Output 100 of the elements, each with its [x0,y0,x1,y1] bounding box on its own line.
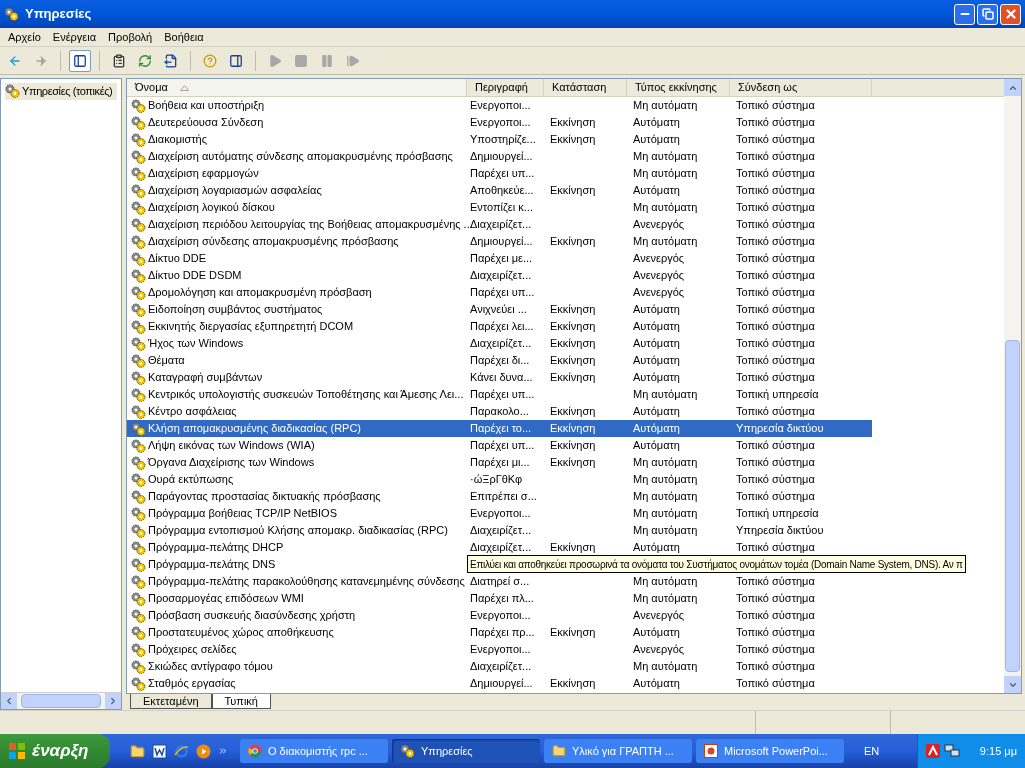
service-row[interactable]: Ουρά εκτύπωσης ·ώΞρΓθΚφ Μη αυτόματη Τοπικό σύστημα [127,471,872,488]
menu-item[interactable]: Αρχείο [8,28,41,46]
startup-type-cell-text: Ανενεργός [633,285,685,301]
gears-icon [131,591,146,606]
service-row[interactable]: Ειδοποίηση συμβάντος συστήματος Ανιχνεύει ... Εκκίνηση Αυτόματη Τοπικό σύστημα [127,301,872,318]
restore-button[interactable] [977,3,998,25]
service-name: Διαχείριση λογαριασμών ασφαλείας [148,183,322,199]
service-row[interactable]: Πρόγραμμα-πελάτης παρακολούθησης κατανεμημένης σύνδεσης Διατηρεί σ... Μη αυτόματη Τοπικό σύστημα [127,573,872,590]
service-row[interactable]: Πρόχειρες σελίδες Ενεργοποι... Ανενεργός Τοπικό σύστημα [127,641,872,658]
service-row[interactable]: Διαχείριση λογαριασμών ασφαλείας Αποθηκεύε... Εκκίνηση Αυτόματη Τοπικό σύστημα [127,182,872,199]
startup-type-cell-text: Μη αυτόματη [633,166,698,182]
gears-icon [131,574,146,589]
close-button[interactable] [1000,3,1021,25]
service-name: Κέντρο ασφάλειας [148,404,237,420]
start-button[interactable]: έναρξη [0,734,110,768]
app-icon [4,7,19,21]
service-row[interactable]: Προστατευμένος χώρος αποθήκευσης Παρέχει πρ... Εκκίνηση Αυτόματη Τοπικό σύστημα [127,624,872,641]
gears-icon [131,149,146,164]
scroll-left-icon [4,696,14,706]
view-tab[interactable]: Εκτεταμένη [130,694,212,709]
minimize-button[interactable] [954,3,975,25]
service-row[interactable]: Κέντρο ασφάλειας Παρακολο... Εκκίνηση Αυτόματη Τοπικό σύστημα [127,403,872,420]
gears-icon [131,557,146,572]
description-cell-text: Ενεργοποι... [470,98,531,114]
refresh-icon [138,53,152,68]
service-row[interactable]: Εκκινητής διεργασίας εξυπηρετητή DCOM Παρέχει λει... Εκκίνηση Αυτόματη Τοπικό σύστημα [127,318,872,335]
back-icon [8,53,22,68]
browser-icon[interactable] [174,743,189,759]
log-on-as-cell-text: Τοπικό σύστημα [736,540,815,556]
document-icon[interactable] [152,743,167,759]
stop-icon [294,53,308,68]
service-row[interactable]: Παράγοντας προστασίας δικτυακής πρόσβασης Επιτρέπει σ... Μη αυτόματη Τοπικό σύστημα [127,488,872,505]
service-row[interactable]: Σκιώδες αντίγραφο τόμου Διαχειρίζετ... Μη αυτόματη Τοπικό σύστημα [127,658,872,675]
startup-type-cell-text: Ανενεργός [633,642,685,658]
view-tab[interactable]: Τυπική [211,694,271,709]
log-on-as-cell-text: Τοπικό σύστημα [736,676,815,692]
menu-item[interactable]: Ενέργεια [52,28,97,46]
service-row[interactable]: Όργανα Διαχείρισης των Windows Παρέχει μι... Εκκίνηση Μη αυτόματη Τοπικό σύστημα [127,454,872,471]
service-row[interactable]: Διαχείριση περιόδου λειτουργίας της Βοήθειας απομακρυσμένης ...Διαχειρίζετ... Ανενεργός Τοπικό σύστημα [127,216,872,233]
properties-icon [112,53,126,68]
taskbar-button[interactable]: Υπηρεσίες [392,739,540,763]
service-row[interactable]: Προσαρμογέας επιδόσεων WMI Παρέχει πλ... Μη αυτόματη Τοπικό σύστημα [127,590,872,607]
service-row[interactable]: Διακομιστής Υποστηρίζε... Εκκίνηση Αυτόματη Τοπικό σύστημα [127,131,872,148]
more-icon[interactable] [218,746,228,756]
gears-icon [131,115,146,130]
log-on-as-cell-text: Τοπικό σύστημα [736,268,815,284]
service-row[interactable]: Δρομολόγηση και απομακρυσμένη πρόσβαση Παρέχει υπ... Ανενεργός Τοπικό σύστημα [127,284,872,301]
media-icon[interactable] [196,743,211,759]
service-name: Διαχείριση αυτόματης σύνδεσης απομακρυσμένης πρόσβασης [148,149,453,165]
description-cell-text: Διαχειρίζετ... [470,268,532,284]
service-row[interactable]: Πρόγραμμα βοήθειας TCP/IP NetBIOS Ενεργοποι... Μη αυτόματη Τοπική υπηρεσία [127,505,872,522]
log-on-as-cell-text: Τοπικό σύστημα [736,200,815,216]
horizontal-scrollbar[interactable] [1,692,121,709]
service-row[interactable]: Πρόγραμμα-πελάτης DHCP Διαχειρίζετ... Εκκίνηση Αυτόματη Τοπικό σύστημα [127,539,872,556]
description-cell-text: Υποστηρίζε... [470,132,536,148]
service-row[interactable]: Ήχος των Windows Διαχειρίζετ... Εκκίνηση Αυτόματη Τοπικό σύστημα [127,335,872,352]
menu-item[interactable]: Προβολή [108,28,153,46]
service-row[interactable]: Διαχείριση σύνδεσης απομακρυσμένης πρόσβασης Δημιουργεί... Εκκίνηση Μη αυτόματη Τοπικό σύστημα [127,233,872,250]
service-row[interactable]: Διαχείριση εφαρμογών Παρέχει υπ... Μη αυτόματη Τοπικό σύστημα [127,165,872,182]
column-header[interactable]: Όνομα [127,79,467,96]
service-name: Όργανα Διαχείρισης των Windows [148,455,315,471]
taskbar-button[interactable]: Υλικό για ΓΡΑΠΤΗ ... [544,739,692,763]
language-indicator[interactable]: EN [864,742,880,760]
startup-type-cell-text: Αυτόματη [633,132,680,148]
service-row[interactable]: Κεντρικός υπολογιστής συσκευών Τοποθέτησης και Άμεσης Λει... Παρέχει υπ... Μη αυτόματη Τοπική υπηρεσία [127,386,872,403]
startup-type-cell-text: Μη αυτόματη [633,591,698,607]
service-name: Δευτερεύουσα Σύνδεση [148,115,264,131]
service-name: Πρόγραμμα-πελάτης παρακολούθησης κατανεμημένης σύνδεσης [148,574,465,590]
antivirus-icon[interactable] [926,744,940,758]
log-on-as-cell-text: Τοπικό σύστημα [736,591,815,607]
service-row[interactable]: Θέματα Παρέχει δι... Εκκίνηση Αυτόματη Τοπικό σύστημα [127,352,872,369]
service-row[interactable]: Λήψη εικόνας των Windows (WIA) Παρέχει υπ... Εκκίνηση Αυτόματη Τοπικό σύστημα [127,437,872,454]
service-row[interactable]: Σταθμός εργασίας Δημιουργεί... Εκκίνηση Αυτόματη Τοπικό σύστημα [127,675,872,692]
log-on-as-cell-text: Υπηρεσία δικτύου [736,523,824,539]
gears-icon [131,319,146,334]
service-row[interactable]: Κλήση απομακρυσμένης διαδικασίας (RPC) Παρέχει το... Εκκίνηση Αυτόματη Υπηρεσία δικτύου [127,420,872,437]
service-row[interactable]: Δευτερεύουσα Σύνδεση Ενεργοποι... Εκκίνηση Αυτόματη Τοπικό σύστημα [127,114,872,131]
panel-button[interactable] [69,49,91,72]
vertical-scrollbar[interactable] [1004,79,1021,693]
folder-icon[interactable] [130,743,145,759]
service-row[interactable]: Διαχείριση λογικού δίσκου Εντοπίζει κ... Μη αυτόματη Τοπικό σύστημα [127,199,872,216]
service-row[interactable]: Πρόγραμμα εντοπισμού Κλήσης απομακρ. διαδικασίας (RPC) Διαχειρίζετ... Μη αυτόματη Υπηρεσία δικτύου [127,522,872,539]
service-row[interactable]: Διαχείριση αυτόματης σύνδεσης απομακρυσμένης πρόσβασης Δημιουργεί... Μη αυτόματη Τοπικό σύστημα [127,148,872,165]
taskbar-button[interactable]: Microsoft PowerPoi... [696,739,844,763]
startup-type-cell-text: Μη αυτόματη [633,455,698,471]
service-row[interactable]: Δίκτυο DDE DSDM Διαχειρίζετ... Ανενεργός Τοπικό σύστημα [127,267,872,284]
tree-item[interactable]: Υπηρεσίες (τοπικές) [5,83,117,100]
startup-type-cell-text: Ανενεργός [633,268,685,284]
service-row[interactable]: Καταγραφή συμβάντων Κάνει δυνα... Εκκίνηση Αυτόματη Τοπικό σύστημα [127,369,872,386]
taskbar-button[interactable]: Ο διακομιστής rpc ... [240,739,388,763]
service-row[interactable]: Δίκτυο DDE Παρέχει με... Ανενεργός Τοπικό σύστημα [127,250,872,267]
menu-item[interactable]: Βοήθεια [164,28,204,46]
startup-type-cell-text: Αυτόματη [633,540,680,556]
startup-type-cell-text: Μη αυτόματη [633,523,698,539]
service-row[interactable]: Πρόσβαση συσκευής διασύνδεσης χρήστη Ενεργοποι... Ανενεργός Τοπικό σύστημα [127,607,872,624]
service-row[interactable]: Βοήθεια και υποστήριξη Ενεργοποι... Μη αυτόματη Τοπικό σύστημα [127,97,872,114]
gears-icon [131,438,146,453]
description-cell-text: Παρέχει υπ... [470,166,535,182]
network-icon[interactable] [944,744,960,758]
gears-icon [131,421,146,436]
